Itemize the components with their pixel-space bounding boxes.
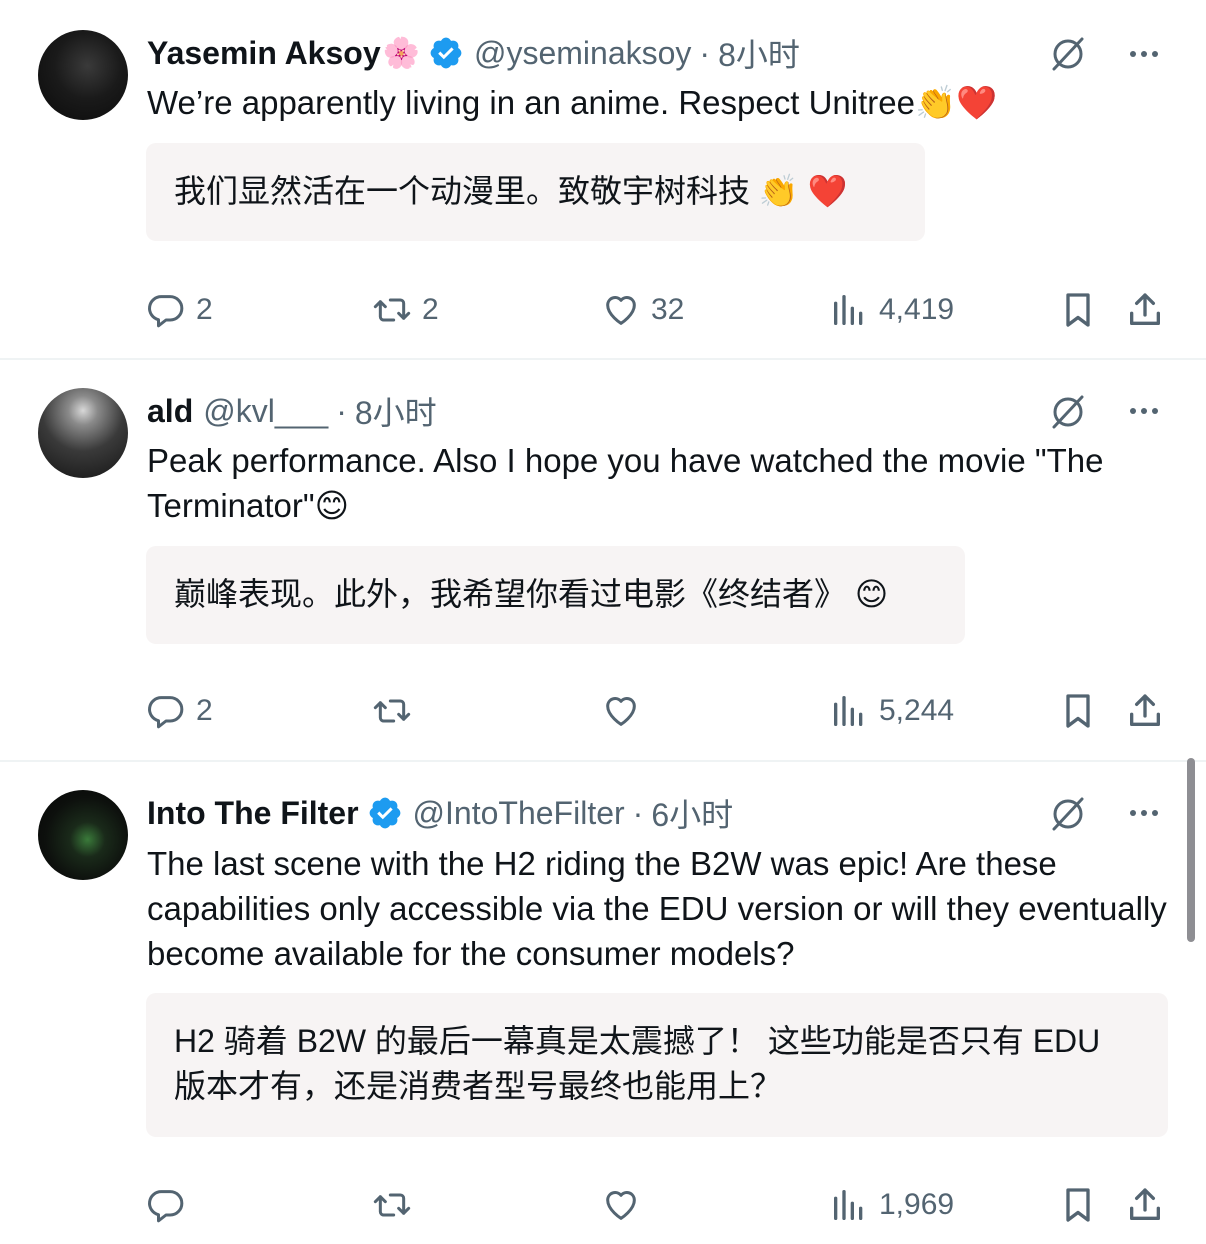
views-count: 1,969 — [879, 1188, 955, 1221]
author-handle[interactable]: @kvl___ — [203, 393, 328, 430]
tweet[interactable]: Yasemin Aksoy 🌸 @yseminaksoy · 8小时 We’re… — [0, 0, 1206, 359]
author-handle[interactable]: @IntoTheFilter — [413, 795, 625, 832]
like-button[interactable] — [601, 1182, 651, 1228]
avatar[interactable] — [38, 388, 128, 478]
action-bar: 2 2 32 4,419 — [0, 287, 1206, 333]
reply-button[interactable]: 2 — [146, 688, 213, 734]
like-button[interactable] — [601, 688, 651, 734]
grok-icon[interactable] — [1048, 794, 1088, 834]
author-name[interactable]: ald — [147, 393, 193, 430]
views-button[interactable]: 5,244 — [829, 688, 954, 734]
retweet-button[interactable] — [372, 688, 422, 734]
translation-box: H2 骑着 B2W 的最后一幕真是太震撼了！ 这些功能是否只有 EDU 版本才有… — [146, 993, 1168, 1137]
more-icon[interactable] — [1126, 393, 1162, 429]
retweet-icon — [373, 298, 411, 322]
grok-icon[interactable] — [1048, 392, 1088, 432]
bookmark-button[interactable] — [1058, 287, 1098, 333]
retweet-button[interactable] — [372, 1182, 422, 1228]
views-count: 4,419 — [879, 293, 955, 326]
retweet-button[interactable]: 2 — [372, 287, 439, 333]
avatar[interactable] — [38, 30, 128, 120]
translation-box: 我们显然活在一个动漫里。致敬宇树科技 👏 ❤️ — [146, 143, 925, 241]
translation-box: 巅峰表现。此外，我希望你看过电影《终结者》 😊 — [146, 546, 965, 644]
separator: · — [632, 794, 644, 831]
share-icon — [1130, 694, 1160, 726]
views-icon — [834, 295, 863, 325]
grok-icon[interactable] — [1048, 34, 1088, 74]
bookmark-icon — [1066, 694, 1090, 728]
views-icon — [834, 696, 863, 726]
retweet-icon — [373, 1193, 411, 1217]
more-icon[interactable] — [1126, 36, 1162, 72]
like-button[interactable]: 32 — [601, 287, 684, 333]
share-icon — [1130, 1188, 1160, 1220]
views-button[interactable]: 1,969 — [829, 1182, 954, 1228]
reply-icon — [148, 295, 184, 328]
bookmark-button[interactable] — [1058, 688, 1098, 734]
share-icon — [1130, 293, 1160, 325]
reply-button[interactable]: 2 — [146, 287, 213, 333]
heart-icon — [606, 697, 636, 726]
share-button[interactable] — [1125, 287, 1165, 333]
tweet[interactable]: ald @kvl___ · 8小时 Peak performance. Also… — [0, 360, 1206, 761]
timestamp[interactable]: 8小时 — [718, 30, 800, 76]
share-button[interactable] — [1125, 688, 1165, 734]
verified-badge-icon — [430, 37, 462, 69]
timestamp[interactable]: 8小时 — [355, 388, 437, 434]
tweet-text: Peak performance. Also I hope you have w… — [147, 442, 1104, 524]
like-count: 32 — [651, 293, 685, 326]
tweet-header: ald @kvl___ · 8小时 — [147, 390, 437, 432]
reply-count: 2 — [196, 293, 213, 326]
reply-button[interactable] — [146, 1182, 196, 1228]
more-icon[interactable] — [1126, 795, 1162, 831]
reply-count: 2 — [196, 694, 213, 727]
action-bar: 2 5,244 — [0, 688, 1206, 734]
separator: · — [699, 34, 711, 71]
tweet[interactable]: Into The Filter @IntoTheFilter · 6小时 The… — [0, 762, 1206, 1244]
author-handle[interactable]: @yseminaksoy — [474, 35, 691, 72]
heart-icon — [606, 1191, 636, 1220]
retweet-icon — [373, 699, 411, 723]
avatar[interactable] — [38, 790, 128, 880]
timestamp[interactable]: 6小时 — [651, 790, 733, 836]
share-button[interactable] — [1125, 1182, 1165, 1228]
tweet-text: The last scene with the H2 riding the B2… — [147, 845, 1167, 972]
views-icon — [834, 1190, 863, 1220]
bookmark-icon — [1066, 293, 1090, 327]
author-name[interactable]: Into The Filter — [147, 795, 359, 832]
scrollbar[interactable] — [1187, 758, 1195, 942]
heart-icon — [606, 296, 636, 325]
reply-feed: Yasemin Aksoy 🌸 @yseminaksoy · 8小时 We’re… — [0, 0, 1206, 1244]
views-button[interactable]: 4,419 — [829, 287, 954, 333]
name-emoji: 🌸 — [382, 36, 420, 70]
bookmark-button[interactable] — [1058, 1182, 1098, 1228]
retweet-count: 2 — [422, 293, 439, 326]
reply-icon — [148, 1190, 184, 1223]
separator: · — [336, 392, 347, 429]
bookmark-icon — [1066, 1188, 1090, 1222]
tweet-header: Into The Filter @IntoTheFilter · 6小时 — [147, 792, 733, 834]
action-bar: 1,969 — [0, 1182, 1206, 1228]
views-count: 5,244 — [879, 694, 955, 727]
author-name[interactable]: Yasemin Aksoy — [147, 35, 381, 72]
tweet-text: We’re apparently living in an anime. Res… — [147, 84, 998, 121]
verified-badge-icon — [369, 797, 400, 829]
reply-icon — [148, 696, 184, 729]
tweet-header: Yasemin Aksoy 🌸 @yseminaksoy · 8小时 — [147, 32, 800, 74]
